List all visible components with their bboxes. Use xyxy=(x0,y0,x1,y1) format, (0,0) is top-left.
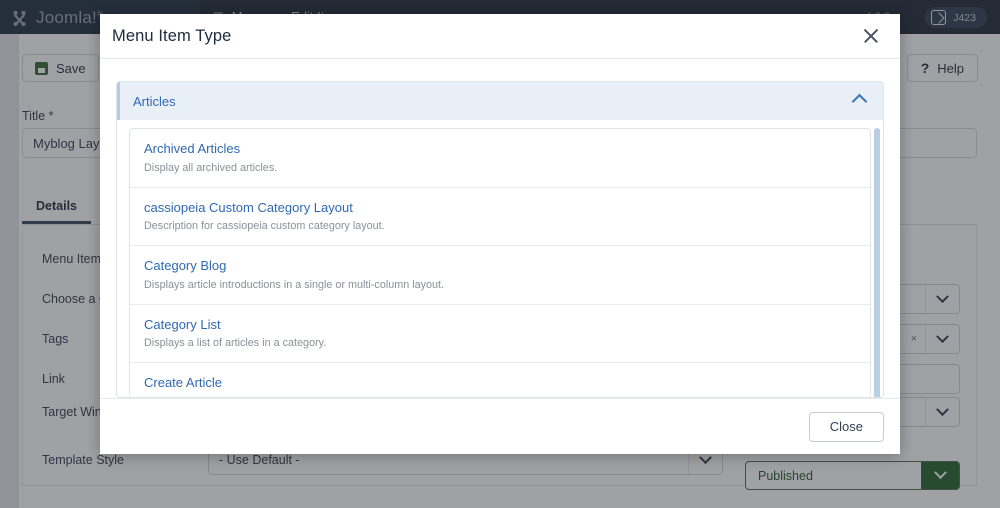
menu-item-type-name[interactable]: Category List xyxy=(144,316,856,334)
menu-item-type-option[interactable]: Category Blog Displays article introducti… xyxy=(130,246,870,305)
menu-item-type-modal: Menu Item Type Articles Archived Article… xyxy=(100,14,900,454)
close-button[interactable]: Close xyxy=(809,412,884,442)
modal-footer: Close xyxy=(100,398,900,454)
menu-item-type-description: Displays a list of articles in a categor… xyxy=(144,336,856,350)
modal-header: Menu Item Type xyxy=(100,14,900,59)
menu-item-type-name[interactable]: Archived Articles xyxy=(144,140,856,158)
menu-item-type-name[interactable]: cassiopeia Custom Category Layout xyxy=(144,199,856,217)
menu-item-type-description: Display all archived articles. xyxy=(144,161,856,175)
chevron-up-icon xyxy=(852,93,868,109)
close-icon[interactable] xyxy=(858,23,884,49)
menu-item-type-option[interactable]: Create Article Create a new article. xyxy=(130,363,870,397)
accordion-header-articles[interactable]: Articles xyxy=(117,82,883,120)
menu-item-type-name[interactable]: Category Blog xyxy=(144,257,856,275)
modal-title: Menu Item Type xyxy=(112,27,858,46)
accordion-body: Archived Articles Display all archived ar… xyxy=(117,120,883,397)
menu-item-type-option[interactable]: Archived Articles Display all archived ar… xyxy=(130,129,870,188)
scrollbar-thumb[interactable] xyxy=(874,128,880,397)
accordion-header-label: Articles xyxy=(133,94,854,109)
menu-item-type-description: Create a new article. xyxy=(144,395,856,397)
accordion-articles: Articles Archived Articles Display all ar… xyxy=(116,81,884,398)
menu-item-type-description: Description for cassiopeia custom catego… xyxy=(144,219,856,233)
menu-item-type-description: Displays article introductions in a sing… xyxy=(144,278,856,292)
menu-item-type-option[interactable]: cassiopeia Custom Category Layout Descrip… xyxy=(130,188,870,247)
modal-body: Articles Archived Articles Display all ar… xyxy=(100,59,900,398)
joomla-admin-screen: Joomla!® ☰ Menus › Edit Item 4.2.3 J423 … xyxy=(0,0,1000,508)
menu-item-type-list: Archived Articles Display all archived ar… xyxy=(129,128,871,397)
menu-item-type-option[interactable]: Category List Displays a list of articles… xyxy=(130,305,870,364)
menu-item-type-name[interactable]: Create Article xyxy=(144,374,856,392)
scrollbar-vertical[interactable] xyxy=(874,128,880,397)
